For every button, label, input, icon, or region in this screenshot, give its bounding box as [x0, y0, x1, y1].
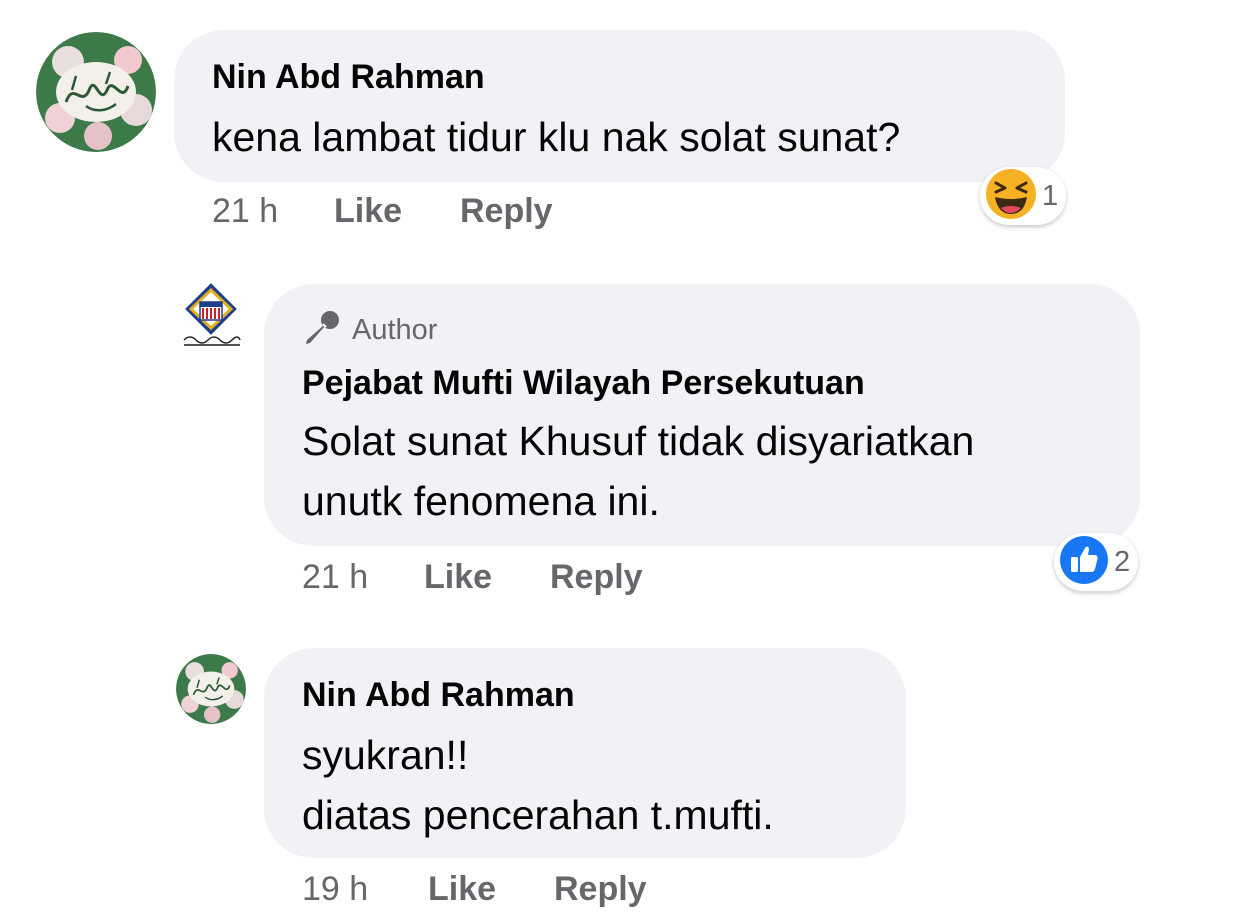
reply-button[interactable]: Reply [554, 870, 647, 909]
microphone-icon [302, 308, 342, 353]
comment-author-name[interactable]: Nin Abd Rahman [302, 676, 575, 715]
haha-emoji-icon [984, 167, 1038, 226]
calligraphy-avatar-image [176, 654, 246, 724]
author-badge: Author [302, 308, 437, 353]
mufti-office-logo-icon [176, 282, 246, 352]
comment-timestamp[interactable]: 21 h [302, 558, 368, 597]
reply-button[interactable]: Reply [550, 558, 643, 597]
comment-timestamp[interactable]: 19 h [302, 870, 368, 909]
author-badge-label: Author [352, 314, 438, 346]
comment-text-line-2: diatas pencerahan t.mufti. [302, 792, 774, 838]
like-button[interactable]: Like [334, 192, 402, 231]
reply-button[interactable]: Reply [460, 192, 553, 231]
like-button[interactable]: Like [428, 870, 496, 909]
reaction-count: 2 [1114, 545, 1131, 578]
comment-text-line-1: Solat sunat Khusuf tidak disyariatkan [302, 418, 975, 464]
avatar[interactable] [36, 32, 156, 152]
comment-timestamp[interactable]: 21 h [212, 192, 278, 231]
calligraphy-avatar-image [36, 32, 156, 152]
comment-text: kena lambat tidur klu nak solat sunat? [212, 114, 901, 160]
reaction-summary[interactable]: 1 [980, 167, 1067, 226]
like-thumb-icon [1058, 534, 1110, 591]
comment-author-name[interactable]: Nin Abd Rahman [212, 58, 485, 97]
comment-text-line-2: unutk fenomena ini. [302, 478, 660, 524]
comment-text-line-1: syukran!! [302, 732, 469, 778]
reaction-count: 1 [1042, 179, 1059, 212]
comment-author-name[interactable]: Pejabat Mufti Wilayah Persekutuan [302, 364, 865, 403]
reaction-summary[interactable]: 2 [1054, 533, 1139, 591]
avatar[interactable] [176, 654, 246, 724]
like-button[interactable]: Like [424, 558, 492, 597]
avatar[interactable] [176, 282, 246, 352]
